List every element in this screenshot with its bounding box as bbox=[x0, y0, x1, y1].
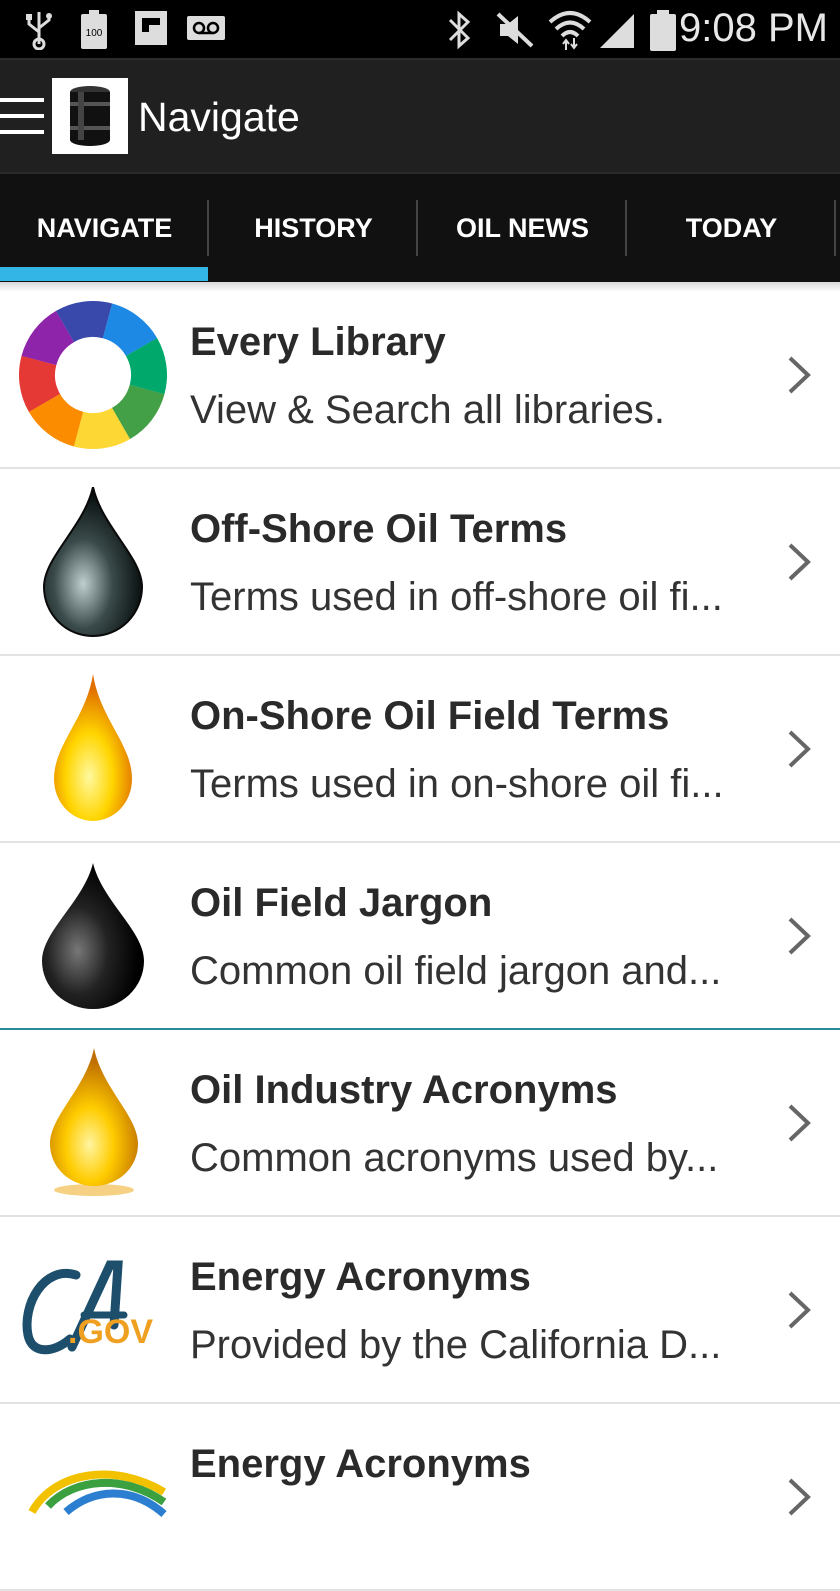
mute-icon bbox=[496, 12, 534, 48]
yellow-oil-drop-icon bbox=[54, 674, 132, 821]
tab-label: NAVIGATE bbox=[36, 213, 173, 243]
list-item-subtitle: View & Search all libraries. bbox=[190, 388, 666, 432]
ca-gov-logo-icon: .GOV bbox=[22, 1260, 153, 1355]
chevron-right-icon bbox=[788, 917, 811, 955]
list-item-title: Oil Field Jargon bbox=[190, 881, 493, 925]
bluetooth-icon bbox=[448, 10, 471, 50]
tab-label: OIL NEWS bbox=[455, 213, 589, 243]
app-bar: Navigate bbox=[0, 58, 840, 172]
oil-barrel-icon[interactable] bbox=[52, 78, 128, 154]
tab-today[interactable]: TODAY bbox=[627, 174, 836, 282]
list-item-title: Off-Shore Oil Terms bbox=[190, 507, 568, 551]
list-item-title: On-Shore Oil Field Terms bbox=[190, 694, 670, 738]
list-item[interactable]: Off-Shore Oil Terms Terms used in off-sh… bbox=[0, 469, 840, 656]
chevron-right-icon bbox=[788, 1104, 811, 1142]
list-item-subtitle: Provided by the California D... bbox=[190, 1323, 722, 1367]
list-item-title: Energy Acronyms bbox=[190, 1442, 531, 1486]
chevron-right-icon bbox=[788, 730, 811, 768]
black-oil-drop-icon bbox=[42, 863, 144, 1009]
flipboard-icon bbox=[135, 11, 167, 45]
battery-percent-text: 100 bbox=[86, 28, 103, 39]
list-item-subtitle: Common oil field jargon and... bbox=[190, 949, 722, 993]
page-title: Navigate bbox=[138, 94, 300, 140]
tab-divider bbox=[834, 200, 836, 256]
status-time: 9:08 PM bbox=[679, 6, 828, 50]
list-item[interactable]: Oil Industry Acronyms Common acronyms us… bbox=[0, 1030, 840, 1217]
selected-tab-indicator bbox=[0, 267, 208, 281]
chevron-right-icon bbox=[788, 1478, 811, 1516]
list-item-subtitle: Common acronyms used by... bbox=[190, 1136, 719, 1180]
gold-oil-drop-icon bbox=[50, 1048, 138, 1196]
list-item[interactable]: Oil Field Jargon Common oil field jargon… bbox=[0, 843, 840, 1030]
wifi-icon bbox=[548, 11, 592, 50]
chevron-right-icon bbox=[788, 356, 811, 394]
list-item-subtitle: Terms used in off-shore oil fi... bbox=[190, 575, 723, 619]
list-item[interactable]: .GOV Energy Acronyms Provided by the Cal… bbox=[0, 1217, 840, 1404]
hamburger-menu-icon[interactable] bbox=[0, 98, 44, 134]
tab-bar: NAVIGATE HISTORY OIL NEWS TODAY bbox=[0, 172, 840, 282]
chevron-right-icon bbox=[788, 1291, 811, 1329]
tab-history[interactable]: HISTORY bbox=[209, 174, 418, 282]
battery-level-icon bbox=[650, 10, 676, 51]
tab-navigate[interactable]: NAVIGATE bbox=[0, 174, 209, 282]
puzzle-ring-icon bbox=[19, 301, 167, 449]
tab-label: HISTORY bbox=[254, 213, 373, 243]
battery-icon: 100 bbox=[81, 10, 107, 49]
tab-oil-news[interactable]: OIL NEWS bbox=[418, 174, 627, 282]
voicemail-icon bbox=[187, 16, 225, 40]
chevron-right-icon bbox=[788, 543, 811, 581]
tab-label: TODAY bbox=[685, 213, 778, 243]
dark-oil-drop-icon bbox=[42, 487, 144, 637]
energy-swoosh-logo-icon bbox=[28, 1470, 167, 1518]
list-item[interactable]: Energy Acronyms bbox=[0, 1404, 840, 1591]
usb-icon bbox=[26, 12, 52, 50]
svg-text:.GOV: .GOV bbox=[68, 1313, 153, 1351]
list-item-subtitle: Terms used in on-shore oil fi... bbox=[190, 762, 724, 806]
list-item-title: Energy Acronyms bbox=[190, 1255, 531, 1299]
status-bar: 100 9:08 PM bbox=[0, 0, 840, 58]
list-item-title: Every Library bbox=[190, 320, 446, 364]
list-item[interactable]: On-Shore Oil Field Terms Terms used in o… bbox=[0, 656, 840, 843]
list-item-title: Oil Industry Acronyms bbox=[190, 1068, 618, 1112]
library-list: Every Library View & Search all librarie… bbox=[0, 282, 840, 1591]
signal-icon bbox=[600, 14, 634, 48]
list-item[interactable]: Every Library View & Search all librarie… bbox=[0, 282, 840, 469]
toolbar-shadow bbox=[0, 282, 840, 292]
